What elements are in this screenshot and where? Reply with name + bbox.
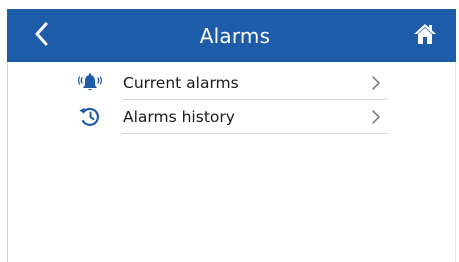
menu-item-label: Current alarms xyxy=(123,74,239,92)
ringing-bell-icon xyxy=(78,72,102,94)
menu-item-label: Alarms history xyxy=(123,108,235,126)
chevron-right-icon xyxy=(372,76,380,90)
menu-item-alarms-history[interactable]: Alarms history xyxy=(78,100,388,134)
screen-border-right xyxy=(455,62,456,262)
back-button[interactable] xyxy=(28,16,56,52)
history-clock-icon xyxy=(78,106,102,128)
chevron-right-icon xyxy=(372,110,380,124)
chevron-left-icon xyxy=(35,22,48,46)
home-icon xyxy=(414,24,436,44)
page-title: Alarms xyxy=(199,23,271,48)
screen-border-left xyxy=(7,62,8,262)
menu-item-current-alarms[interactable]: Current alarms xyxy=(78,66,388,100)
home-button[interactable] xyxy=(408,16,442,52)
menu-divider xyxy=(122,133,388,134)
alarms-screen: Alarms Current alarms Alarms history xyxy=(0,0,459,262)
alarms-menu: Current alarms Alarms history xyxy=(78,66,388,134)
